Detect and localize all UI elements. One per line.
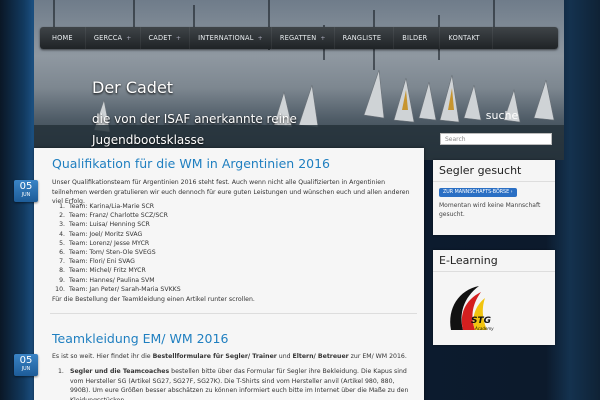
widget-text: Momentan wird keine Mannschaft gesucht. — [439, 202, 541, 218]
site-description: die von der ISAF anerkannte reine Jugend… — [92, 112, 297, 147]
main-navigation: HOME GERCCA + CADET + INTERNATIONAL + REGAT… — [40, 27, 558, 49]
date-month: JUN — [21, 193, 31, 198]
list-item: 9. Team: Hannes/ Paulina SVM — [59, 276, 155, 284]
search-input[interactable]: Search — [440, 133, 552, 145]
search-heading: suche — [485, 108, 519, 122]
link-bestellformulare-eltern[interactable]: Eltern/ Betreuer — [293, 353, 349, 360]
link-bestellformulare-segler[interactable]: Bestellformulare für Segler/ Trainer — [153, 353, 277, 360]
widget-segler-gesucht: Segler gesucht ZUR MANNSCHAFTS-BÖRSE › M… — [433, 160, 555, 235]
svg-text:STG: STG — [471, 316, 491, 326]
list-item: 3. Team: Luisa/ Henning SCR — [59, 221, 150, 229]
nav-home[interactable]: HOME — [44, 27, 86, 49]
list-item: 6. Team: Tom/ Sten-Ole SVEGS — [59, 249, 156, 257]
list-item: 5. Team: Lorenz/ Jesse MYCR — [59, 239, 150, 247]
date-day: 05 — [19, 181, 33, 192]
list-item: 2. Team: Franz/ Charlotte SCZ/SCR — [59, 212, 168, 220]
list-item: 7. Team: Flori/ Eni SVAG — [59, 258, 135, 266]
svg-text:Academy: Academy — [474, 326, 494, 331]
date-month: JUN — [21, 367, 31, 372]
team-list: 1. Team: Karina/Lia-Marie SCR 2. Team: Fra… — [52, 202, 352, 294]
site-title[interactable]: Der Cadet — [92, 78, 173, 97]
nav-kontakt[interactable]: KONTAKT — [440, 27, 493, 49]
post-title-teamkleidung[interactable]: Teamkleidung EM/ WM 2016 — [52, 331, 228, 346]
list-item: 4. Team: Joel/ Moritz SVAG — [59, 230, 143, 238]
nav-bilder[interactable]: BILDER — [394, 27, 441, 49]
nav-rangliste[interactable]: RANGLISTE — [335, 27, 395, 49]
nav-international[interactable]: INTERNATIONAL + — [190, 27, 272, 49]
list-item: 1. Segler und die Teamcoaches bestellen … — [58, 368, 409, 400]
post2-intro: Es ist so weit. Hier findet ihr die Best… — [52, 353, 407, 360]
widget-e-learning: E-Learning STG Academy — [433, 250, 555, 345]
widget-title: Segler gesucht — [433, 160, 555, 182]
stg-academy-logo[interactable]: STG Academy — [441, 278, 501, 338]
post-outro: Für die Bestellung der Teamkleidung eine… — [52, 296, 255, 303]
mannschafts-boerse-button[interactable]: ZUR MANNSCHAFTS-BÖRSE › — [439, 188, 517, 197]
list-item: 8. Team: Michel/ Fritz MYCR — [59, 267, 146, 275]
date-day: 05 — [19, 355, 33, 366]
widget-title: E-Learning — [433, 250, 555, 272]
post-title-qualifikation[interactable]: Qualifikation für die WM in Argentinien … — [52, 156, 330, 171]
post-date-badge: 05 JUN — [14, 180, 38, 202]
divider — [50, 313, 417, 314]
list-item: 1. Team: Karina/Lia-Marie SCR — [59, 203, 155, 210]
nav-gercca[interactable]: GERCCA + — [86, 27, 141, 49]
list-item: 10. Team: Jan Peter/ Sarah-Maria SVKKS — [55, 285, 181, 293]
nav-regatten[interactable]: REGATTEN + — [272, 27, 335, 49]
post-date-badge: 05 JUN — [14, 354, 38, 376]
nav-cadet[interactable]: CADET + — [141, 27, 191, 49]
